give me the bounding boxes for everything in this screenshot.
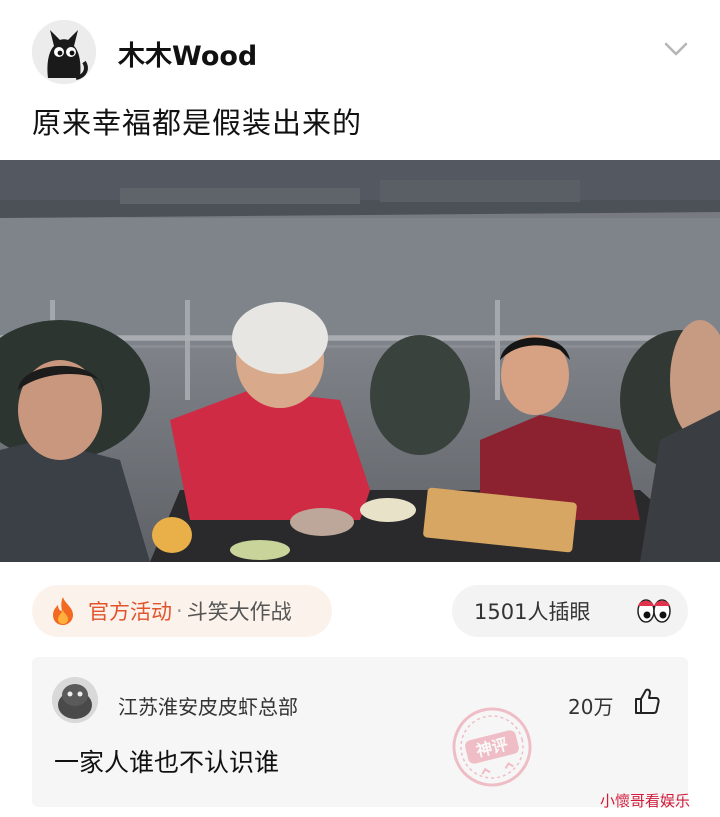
activity-label: 官方活动 [88, 600, 172, 624]
activity-name: 斗笑大作战 [186, 600, 292, 624]
commenter-name[interactable]: 江苏淮安皮皮虾总部 [118, 691, 298, 720]
bookmark-count-badge[interactable]: 1501人插眼 [452, 585, 688, 637]
comment-text: 一家人谁也不认识谁 [54, 748, 280, 777]
post-image[interactable] [0, 160, 720, 562]
commenter-avatar[interactable] [52, 677, 98, 723]
separator-dot: · [176, 599, 183, 623]
black-cat-icon [32, 20, 96, 84]
thumbs-up-icon[interactable] [634, 687, 660, 715]
eyes-icon [637, 599, 671, 623]
like-count: 20万 [568, 695, 614, 719]
top-comment[interactable]: 江苏淮安皮皮虾总部 20万 一家人谁也不认识谁 神评 [32, 657, 688, 807]
activity-badge[interactable]: 官方活动 · 斗笑大作战 [32, 585, 332, 637]
chevron-down-icon[interactable] [662, 38, 690, 60]
engagement-row: 官方活动 · 斗笑大作战 1501人插眼 [0, 585, 720, 641]
watermark: 小懷哥看娱乐 [600, 792, 691, 810]
post-title: 原来幸福都是假装出来的 [32, 106, 363, 140]
top-comment-stamp-icon: 神评 [452, 707, 532, 787]
creature-avatar-icon [52, 677, 98, 723]
fire-icon [53, 597, 73, 625]
bookmark-count-text: 1501人插眼 [474, 600, 591, 624]
author-name[interactable]: 木木Wood [118, 34, 257, 73]
author-avatar[interactable] [32, 20, 96, 84]
post-header: 木木Wood [0, 0, 720, 100]
photo-dinner-scene [0, 160, 720, 562]
